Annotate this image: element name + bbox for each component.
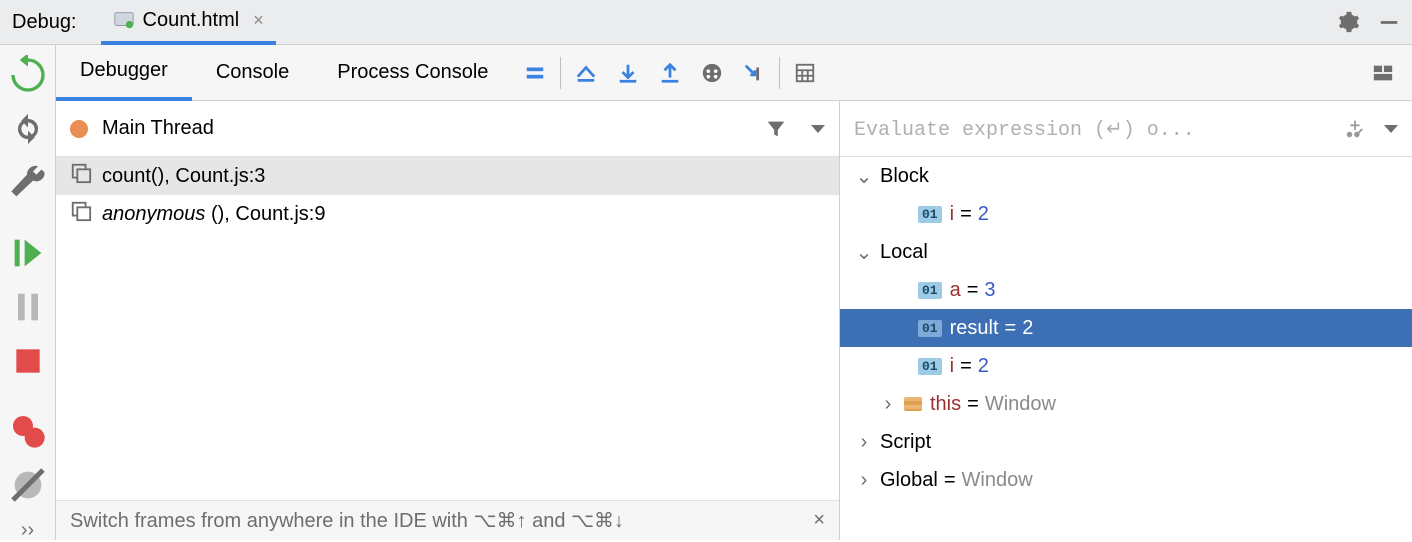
- scope-global[interactable]: › Global = Window: [840, 461, 1412, 499]
- debug-toolbar: Debugger Console Process Console: [56, 45, 1412, 101]
- view-breakpoints-button[interactable]: [8, 411, 48, 451]
- gear-icon[interactable]: [1338, 11, 1360, 33]
- wrench-icon[interactable]: [8, 163, 48, 203]
- chevron-down-icon: ⌄: [854, 240, 874, 265]
- variable-row[interactable]: 01 a = 3: [840, 271, 1412, 309]
- chevron-right-icon: ›: [878, 393, 898, 416]
- frame-label: count(), Count.js:3: [102, 165, 265, 188]
- variable-row[interactable]: › this = Window: [840, 385, 1412, 423]
- close-icon[interactable]: ×: [253, 10, 264, 31]
- drop-frame-icon[interactable]: [743, 62, 765, 84]
- tab-process-console[interactable]: Process Console: [313, 45, 512, 101]
- rerun-button[interactable]: [8, 55, 48, 95]
- step-into-icon[interactable]: [617, 62, 639, 84]
- variable-row[interactable]: 01 i = 2: [840, 347, 1412, 385]
- chevron-right-icon: ›: [854, 431, 874, 454]
- thread-name: Main Thread: [102, 117, 765, 140]
- tab-debugger[interactable]: Debugger: [56, 45, 192, 101]
- chevron-down-icon: ⌄: [854, 164, 874, 189]
- layout-settings-icon[interactable]: [1372, 62, 1394, 84]
- more-icon[interactable]: ››: [8, 519, 48, 542]
- filter-icon[interactable]: [765, 118, 787, 140]
- pause-button[interactable]: [8, 287, 48, 327]
- run-to-cursor-icon[interactable]: [701, 62, 723, 84]
- scope-block[interactable]: ⌄ Block: [840, 157, 1412, 195]
- frame-icon: [70, 200, 92, 228]
- run-config-tab[interactable]: Count.html ×: [101, 0, 276, 45]
- debug-label: Debug:: [12, 11, 77, 34]
- primitive-badge-icon: 01: [918, 358, 942, 375]
- object-badge-icon: [904, 397, 922, 411]
- frame-row[interactable]: anonymous (), Count.js:9: [56, 195, 839, 233]
- resume-button[interactable]: [8, 233, 48, 273]
- chevron-right-icon: ›: [854, 469, 874, 492]
- chevron-down-icon[interactable]: [1384, 125, 1398, 133]
- close-icon[interactable]: ×: [813, 509, 825, 532]
- variables-panel: Evaluate expression (↵) o... ⌄ Block 01 …: [840, 101, 1412, 540]
- frame-row[interactable]: count(), Count.js:3: [56, 157, 839, 195]
- variables-tree: ⌄ Block 01 i = 2 ⌄ Local 01: [840, 157, 1412, 540]
- show-execution-point-icon[interactable]: [524, 62, 546, 84]
- add-watch-icon[interactable]: [1344, 118, 1366, 140]
- hint-text: Switch frames from anywhere in the IDE w…: [70, 508, 624, 533]
- debug-side-toolbar: ››: [0, 45, 56, 540]
- frames-panel: Main Thread count(), Count.js:3 anonymou…: [56, 101, 840, 540]
- thread-selector[interactable]: Main Thread: [56, 101, 839, 157]
- stop-button[interactable]: [8, 341, 48, 381]
- variable-row[interactable]: 01 result = 2: [840, 309, 1412, 347]
- thread-status-icon: [70, 120, 88, 138]
- primitive-badge-icon: 01: [918, 282, 942, 299]
- step-over-icon[interactable]: [575, 62, 597, 84]
- html-file-icon: [113, 9, 135, 31]
- primitive-badge-icon: 01: [918, 320, 942, 337]
- step-out-icon[interactable]: [659, 62, 681, 84]
- primitive-badge-icon: 01: [918, 206, 942, 223]
- mute-breakpoints-button[interactable]: [8, 465, 48, 505]
- tab-console[interactable]: Console: [192, 45, 313, 101]
- minimize-icon[interactable]: [1378, 11, 1400, 33]
- frame-icon: [70, 162, 92, 190]
- evaluate-expression-icon[interactable]: [794, 62, 816, 84]
- hint-bar: Switch frames from anywhere in the IDE w…: [56, 500, 839, 540]
- scope-local[interactable]: ⌄ Local: [840, 233, 1412, 271]
- title-bar: Debug: Count.html ×: [0, 0, 1412, 45]
- evaluate-expression-input[interactable]: Evaluate expression (↵) o...: [854, 116, 1326, 142]
- scope-script[interactable]: › Script: [840, 423, 1412, 461]
- frame-label: anonymous (), Count.js:9: [102, 203, 325, 226]
- variable-row[interactable]: 01 i = 2: [840, 195, 1412, 233]
- frames-list: count(), Count.js:3 anonymous (), Count.…: [56, 157, 839, 500]
- chevron-down-icon[interactable]: [811, 125, 825, 133]
- reload-button[interactable]: [8, 109, 48, 149]
- run-config-name: Count.html: [143, 9, 240, 32]
